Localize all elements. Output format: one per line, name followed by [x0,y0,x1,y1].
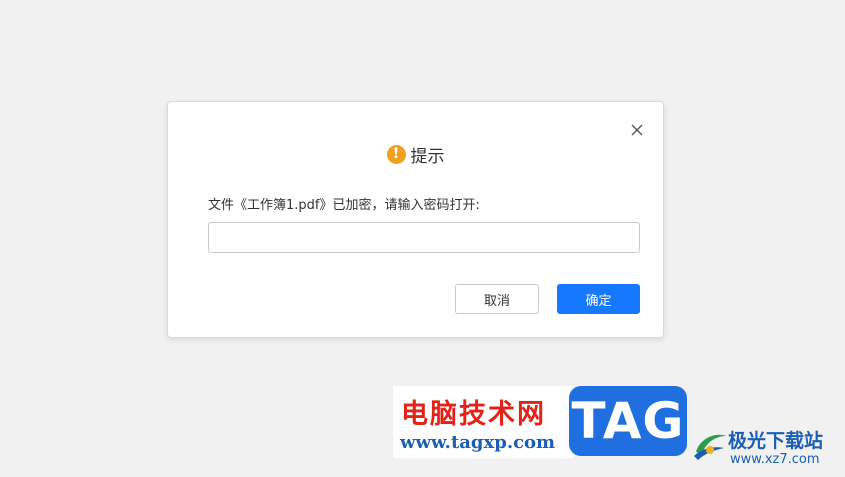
watermark-site-url: www.tagxp.com [400,432,556,453]
cancel-button[interactable]: 取消 [455,284,539,314]
password-input[interactable] [208,222,640,253]
close-icon[interactable] [630,122,644,136]
exclamation-circle-icon: ! [386,144,406,164]
dialog-title: 提示 [410,146,445,167]
watermark-site-name: 电脑技术网 [401,399,546,430]
watermark-right: 极光下载站 www.xz7.com [690,420,840,472]
dialog-message: 文件《工作簿1.pdf》已加密，请输入密码打开: [208,198,480,213]
watermark-download-site-name: 极光下载站 [728,430,824,452]
watermark-tag-logo: TAG [569,386,687,456]
encrypted-file-dialog: ! 提示 文件《工作簿1.pdf》已加密，请输入密码打开: 取消 确定 [167,101,664,338]
dialog-header: ! 提示 [168,142,663,167]
aurora-logo-icon [690,424,730,464]
ok-button[interactable]: 确定 [557,284,640,314]
watermark-download-site-url: www.xz7.com [730,452,820,467]
watermark-left: 电脑技术网 www.tagxp.com [393,386,573,458]
